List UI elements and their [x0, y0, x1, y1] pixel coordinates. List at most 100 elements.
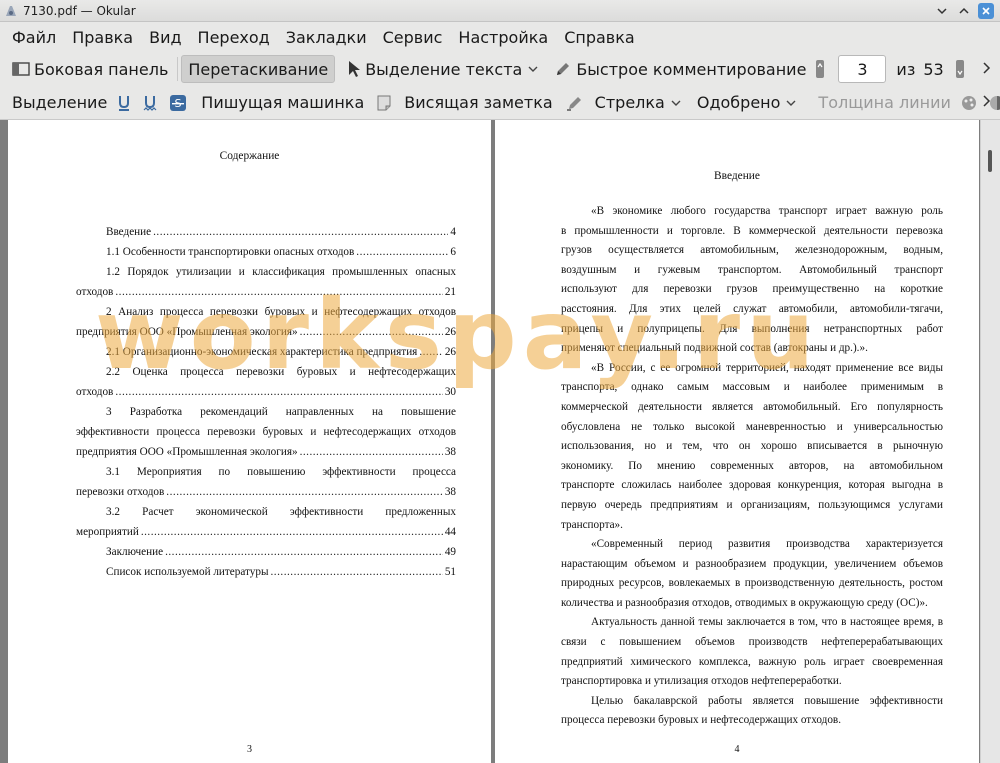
- scrollbar-thumb[interactable]: [988, 150, 992, 172]
- text-line: Актуальность данной темы заключается в т…: [591, 616, 943, 629]
- text-line: Целью бакалаврской работы является повыш…: [591, 694, 943, 707]
- toc-line[interactable]: перевозки отходов 38: [76, 482, 456, 502]
- previous-page-button[interactable]: [812, 55, 832, 83]
- menu-view[interactable]: Вид: [141, 24, 189, 51]
- menu-file[interactable]: Файл: [4, 24, 64, 51]
- menu-help[interactable]: Справка: [556, 24, 643, 51]
- toc-page-number: 6: [450, 246, 456, 258]
- toc-line-text: Список используемой литературы: [106, 566, 269, 578]
- toc-line-text: Заключение: [106, 546, 164, 558]
- text-line: воздушным и гужевым транспортом. Автомоб…: [561, 263, 943, 276]
- menu-bar: Файл Правка Вид Переход Закладки Сервис …: [0, 22, 1000, 52]
- toc-line[interactable]: отходов 30: [76, 382, 456, 402]
- cursor-icon: [349, 61, 361, 77]
- text-line: связи с повышением объемов производств н…: [561, 636, 943, 649]
- sidebar-button[interactable]: Боковая панель: [6, 55, 174, 83]
- toc-leader-dots: [271, 562, 443, 582]
- toc-page-number: 38: [444, 446, 456, 458]
- line-width-button[interactable]: Толщина линии: [812, 89, 957, 117]
- toc-page-number: 49: [444, 546, 456, 558]
- toc-line[interactable]: 2.2 Оценка процесса перевозки буровых и …: [76, 362, 456, 382]
- toc-line[interactable]: предприятия ООО «Промышленная экология» 3…: [76, 442, 456, 462]
- chevron-right-icon: [983, 61, 991, 74]
- highlight-button[interactable]: Выделение: [6, 89, 113, 117]
- chevron-down-icon[interactable]: [786, 96, 800, 110]
- drag-mode-button[interactable]: Перетаскивание: [181, 55, 336, 83]
- toc-line[interactable]: 2.1 Организационно-экономическая характе…: [76, 342, 456, 362]
- toc-line[interactable]: мероприятий 44: [76, 522, 456, 542]
- toc-line[interactable]: 1.1 Особенности транспортировки опасных …: [76, 242, 456, 262]
- text-line: в промышленности и торговле. В коммерчес…: [561, 224, 943, 237]
- marker-icon: [566, 96, 581, 111]
- color-palette-icon: [961, 95, 976, 110]
- toc-line[interactable]: Введение 4: [76, 222, 456, 242]
- menu-go[interactable]: Переход: [190, 24, 278, 51]
- text-line: транспорта, однако самым массовым и наиб…: [561, 381, 943, 394]
- text-line: транспорта».: [561, 518, 623, 531]
- stamp-button[interactable]: Одобрено: [691, 89, 807, 117]
- highlight-label: Выделение: [12, 93, 108, 112]
- toolbar-overflow-button[interactable]: [982, 93, 992, 112]
- next-page-button[interactable]: [952, 55, 972, 83]
- toolbar-overflow-button[interactable]: [982, 60, 992, 79]
- menu-bookmarks[interactable]: Закладки: [278, 24, 375, 51]
- text-select-label: Выделение текста: [365, 59, 523, 79]
- toc-leader-dots: [300, 442, 443, 462]
- text-line: транспортировка и утилизация отходов неф…: [561, 675, 842, 688]
- menu-tools[interactable]: Сервис: [375, 24, 451, 51]
- text-line: первую очередь предприятиям и организаци…: [561, 498, 943, 511]
- text-select-button[interactable]: Выделение текста: [341, 55, 548, 83]
- toc-line-text: предприятия ООО «Промышленная экология»: [76, 446, 298, 458]
- arrow-button[interactable]: Стрелка: [559, 89, 691, 117]
- toc-line-text: Введение: [106, 226, 152, 238]
- underline-icon: [119, 95, 130, 111]
- toc-line[interactable]: 3.1 Мероприятия по повышению эффективнос…: [76, 462, 456, 482]
- chevron-down-icon[interactable]: [528, 62, 542, 76]
- strikeout-button[interactable]: S: [165, 89, 195, 117]
- toc-line-text: отходов: [76, 286, 114, 298]
- document-view[interactable]: Содержание Введение 4 1.1 Особенности тран…: [0, 120, 1000, 763]
- minimize-button[interactable]: [934, 3, 950, 19]
- toc-line-text: 3.2 Расчет экономической эффективности п…: [106, 506, 456, 518]
- toc-line[interactable]: 2 Анализ процесса перевозки буровых и не…: [76, 302, 456, 322]
- sticky-note-button[interactable]: Висящая заметка: [370, 89, 558, 117]
- toc-line[interactable]: 3 Разработка рекомендаций направленных н…: [76, 402, 456, 422]
- intro-heading: Введение: [714, 170, 760, 182]
- menu-settings[interactable]: Настройка: [450, 24, 556, 51]
- underline-button[interactable]: [113, 89, 139, 117]
- text-line: предприятий химического комплекса, важну…: [561, 655, 943, 668]
- toc-line[interactable]: Список используемой литературы 51: [76, 562, 456, 582]
- color-button[interactable]: [957, 89, 985, 117]
- page-down-icon: [955, 60, 964, 78]
- toc-line[interactable]: Заключение 49: [76, 542, 456, 562]
- toc-line[interactable]: 3.2 Расчет экономической эффективности п…: [76, 502, 456, 522]
- page-total-label: 53: [923, 59, 944, 79]
- chevron-right-icon: [983, 95, 991, 107]
- page-number-input[interactable]: [838, 55, 887, 83]
- vertical-scrollbar[interactable]: [980, 120, 1000, 763]
- close-icon: [982, 7, 990, 15]
- typewriter-button[interactable]: Пишущая машинка: [195, 89, 370, 117]
- text-line: природных ресурсов, вовлекаемых в произв…: [561, 577, 943, 590]
- squiggle-button[interactable]: [139, 89, 165, 117]
- toc-page-number: 44: [444, 526, 456, 538]
- close-button[interactable]: [978, 3, 994, 19]
- toc-leader-dots: [153, 222, 448, 242]
- drag-mode-label: Перетаскивание: [188, 59, 329, 79]
- quick-comment-button[interactable]: Быстрое комментирование: [548, 55, 812, 83]
- toc-page-number: 26: [444, 346, 456, 358]
- page-up-icon: [816, 60, 825, 78]
- table-of-contents: Введение 4 1.1 Особенности транспортировки…: [76, 222, 456, 582]
- toc-line[interactable]: эффективности процесса перевозки буровых…: [76, 422, 456, 442]
- toc-line[interactable]: отходов 21: [76, 282, 456, 302]
- title-bar: 7130.pdf — Okular: [0, 0, 1000, 22]
- toc-leader-dots: [356, 242, 448, 262]
- chevron-down-icon[interactable]: [671, 96, 685, 110]
- toc-line-text: предприятия ООО «Промышленная экология»: [76, 326, 298, 338]
- toc-leader-dots: [300, 322, 443, 342]
- menu-edit[interactable]: Правка: [64, 24, 141, 51]
- toc-line[interactable]: предприятия ООО «Промышленная экология» 2…: [76, 322, 456, 342]
- toc-line[interactable]: 1.2 Порядок утилизации и классификация п…: [76, 262, 456, 282]
- toolbar-separator: [177, 57, 179, 81]
- maximize-button[interactable]: [956, 3, 972, 19]
